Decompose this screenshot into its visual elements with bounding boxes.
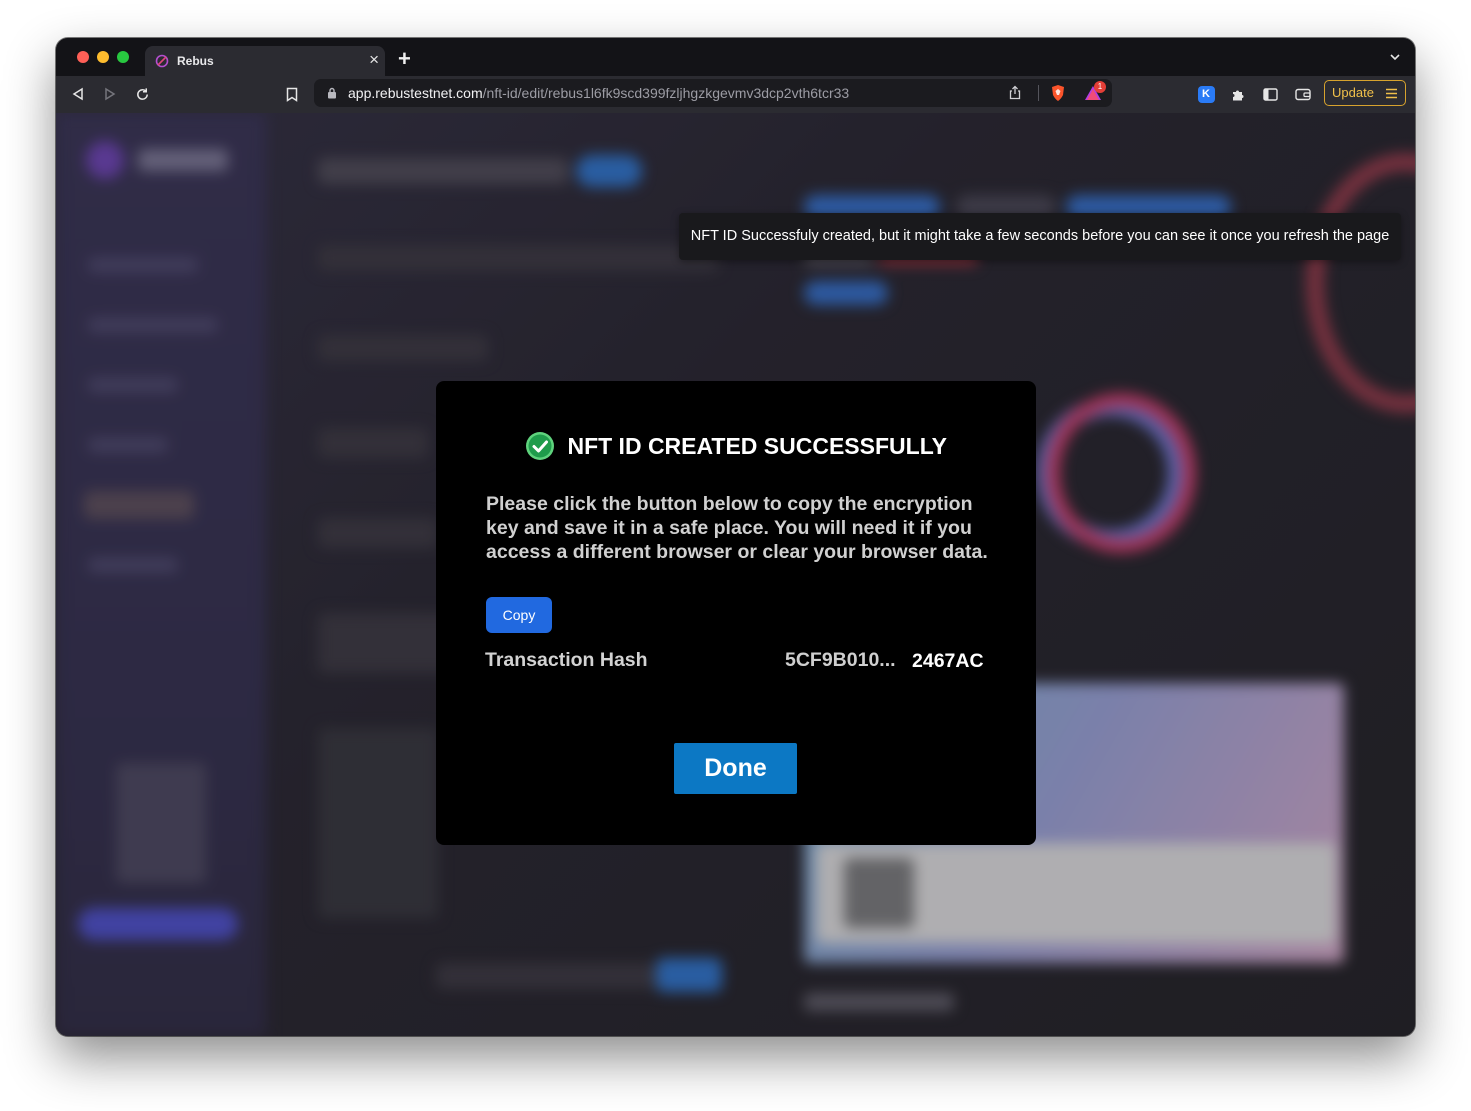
wallet-icon bbox=[1295, 88, 1311, 100]
bookmark-button[interactable] bbox=[282, 84, 302, 104]
copy-key-button[interactable]: Copy bbox=[486, 597, 552, 633]
tab-rebus[interactable]: Rebus × bbox=[145, 46, 385, 76]
update-label: Update bbox=[1332, 85, 1374, 100]
transaction-hash-suffix: 2467AC bbox=[912, 650, 984, 672]
wallet-button[interactable] bbox=[1293, 84, 1313, 104]
tab-title: Rebus bbox=[177, 54, 214, 68]
bookmark-icon bbox=[286, 87, 298, 102]
extension-k-button[interactable]: K bbox=[1196, 84, 1216, 104]
forward-button[interactable] bbox=[100, 84, 120, 104]
success-modal: NFT ID CREATED SUCCESSFULLY Please click… bbox=[436, 381, 1036, 845]
forward-arrow-icon bbox=[105, 87, 116, 101]
new-tab-button[interactable]: + bbox=[398, 48, 411, 70]
url-text: app.rebustestnet.com/nft-id/edit/rebus1l… bbox=[348, 85, 849, 101]
tab-strip: Rebus × + bbox=[56, 38, 1415, 76]
browser-window: Rebus × + app.rebustestnet.com/nft-id/ed… bbox=[56, 38, 1415, 1036]
rebus-favicon-icon bbox=[155, 54, 169, 68]
modal-title: NFT ID CREATED SUCCESSFULLY bbox=[567, 432, 947, 459]
done-button[interactable]: Done bbox=[674, 743, 797, 794]
url-path: /nft-id/edit/rebus1l6fk9scd399fzljhgzkge… bbox=[482, 85, 850, 101]
browser-toolbar: app.rebustestnet.com/nft-id/edit/rebus1l… bbox=[56, 76, 1415, 113]
sidebar-toggle-button[interactable] bbox=[1260, 84, 1280, 104]
check-circle-icon bbox=[526, 432, 554, 460]
extensions-button[interactable] bbox=[1228, 84, 1248, 104]
modal-header: NFT ID CREATED SUCCESSFULLY bbox=[436, 431, 1036, 461]
url-divider bbox=[1038, 85, 1039, 101]
transaction-hash-label: Transaction Hash bbox=[485, 649, 648, 671]
page-viewport: NFT ID Successfuly created, but it might… bbox=[56, 113, 1415, 1036]
back-arrow-icon bbox=[72, 87, 83, 101]
success-toast: NFT ID Successfuly created, but it might… bbox=[679, 213, 1401, 260]
puzzle-icon bbox=[1232, 90, 1243, 100]
sidebar-icon bbox=[1262, 87, 1278, 101]
minimize-window-button[interactable] bbox=[97, 51, 109, 63]
maximize-window-button[interactable] bbox=[117, 51, 129, 63]
close-tab-icon[interactable]: × bbox=[369, 51, 379, 69]
brave-shield-icon[interactable] bbox=[1050, 84, 1066, 102]
reload-button[interactable] bbox=[132, 84, 152, 104]
close-window-button[interactable] bbox=[77, 51, 89, 63]
back-button[interactable] bbox=[68, 84, 88, 104]
modal-description: Please click the button below to copy th… bbox=[486, 493, 988, 563]
lock-icon bbox=[328, 87, 336, 99]
address-bar[interactable]: app.rebustestnet.com/nft-id/edit/rebus1l… bbox=[314, 79, 1112, 107]
reload-icon bbox=[136, 87, 148, 100]
notification-badge: 1 bbox=[1094, 81, 1106, 93]
url-host: app.rebustestnet.com bbox=[348, 85, 483, 101]
chevron-down-icon[interactable] bbox=[1389, 51, 1401, 63]
update-button[interactable]: Update bbox=[1324, 80, 1406, 106]
transaction-hash-prefix: 5CF9B010... bbox=[785, 649, 896, 671]
k-extension-icon: K bbox=[1197, 85, 1215, 103]
share-icon[interactable] bbox=[1008, 85, 1022, 100]
menu-icon bbox=[1386, 88, 1397, 99]
